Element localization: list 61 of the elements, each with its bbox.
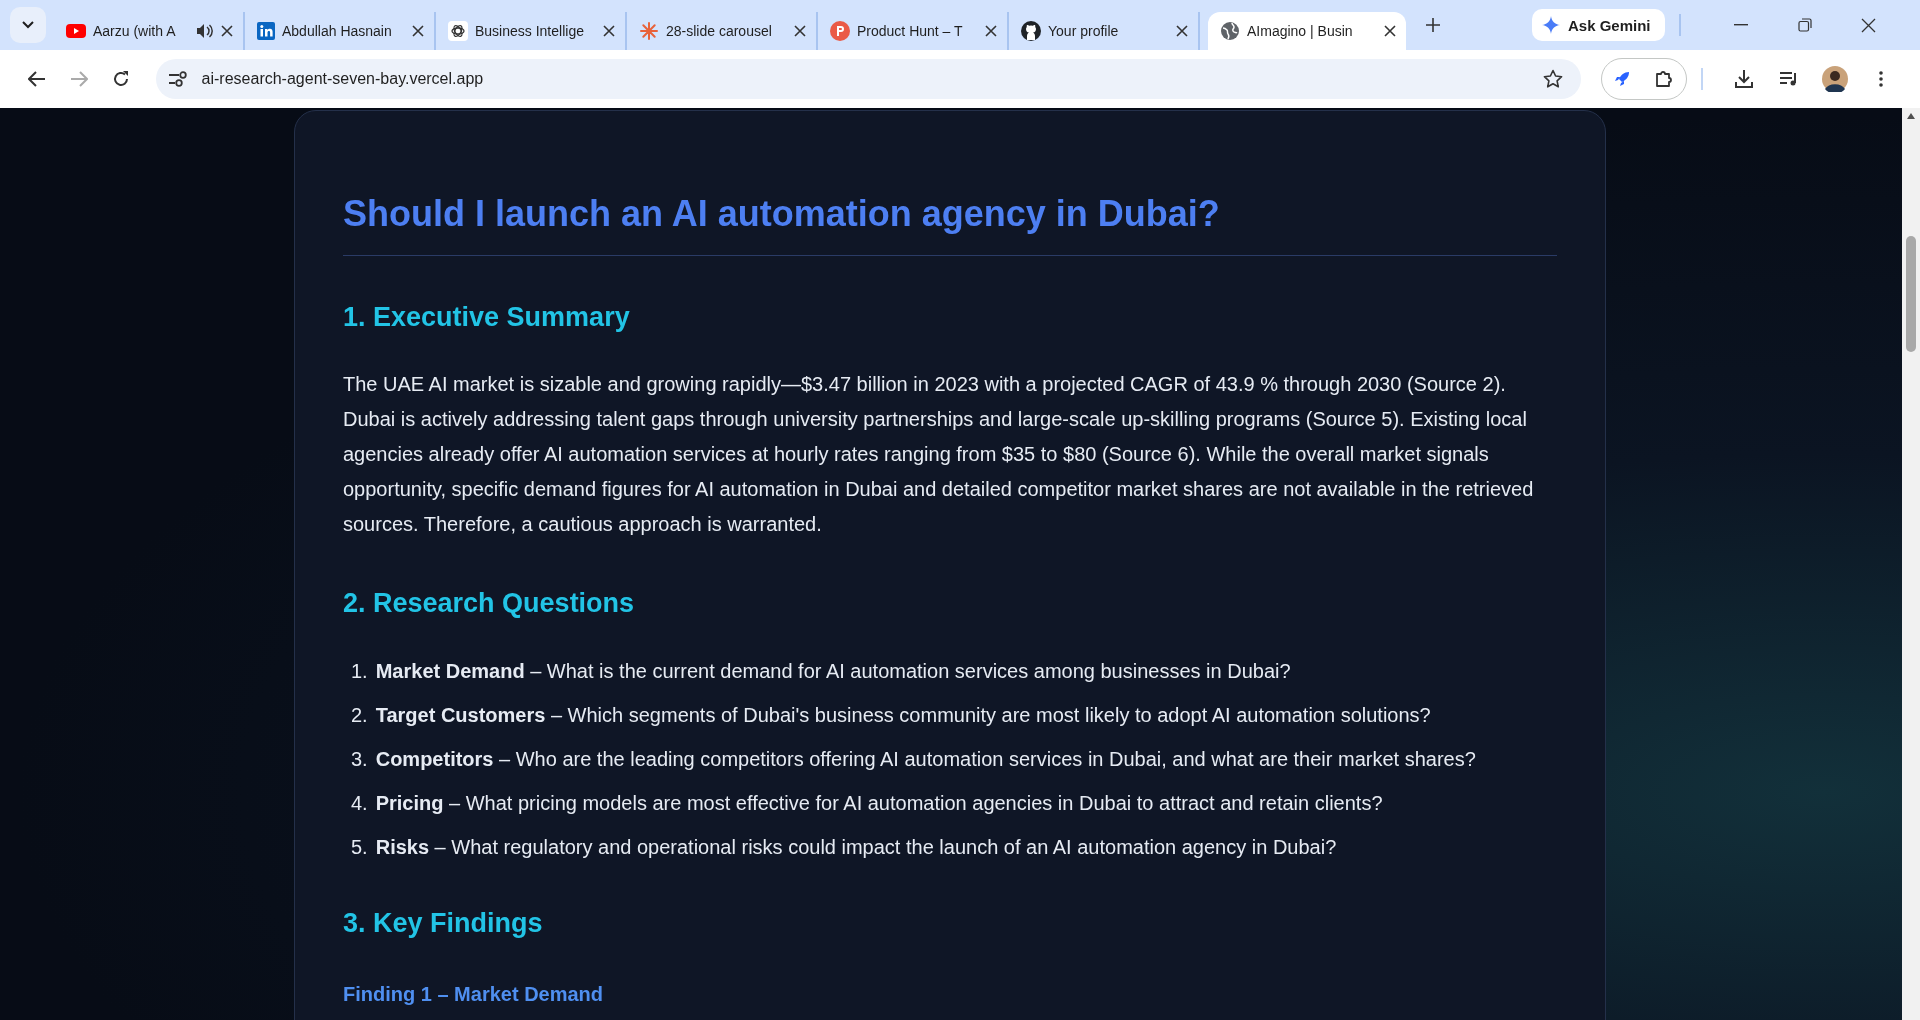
knot-logo-icon — [448, 21, 468, 41]
close-icon[interactable] — [985, 25, 997, 37]
section-heading: 3. Key Findings — [343, 908, 544, 939]
list-number: 1. — [351, 659, 368, 684]
gemini-button[interactable]: Ask Gemini — [1532, 9, 1665, 41]
restore-icon[interactable] — [1797, 18, 1812, 32]
browser-tab[interactable]: AImagino | Busin — [1208, 12, 1406, 50]
tab-title: Business Intellige — [475, 23, 585, 39]
rocket-icon[interactable] — [1613, 70, 1632, 88]
star-icon[interactable] — [1542, 69, 1563, 89]
question-text: Market Demand – What is the current demand for AI automation services among businesses in Dubai? — [375, 659, 1291, 684]
reload-icon[interactable] — [111, 70, 130, 88]
finding-heading: Finding 1 – Market Demand — [343, 983, 605, 1006]
list-number: 2. — [351, 703, 368, 728]
speaker-icon[interactable] — [196, 23, 214, 39]
question-text: Competitors – Who are the leading competitors offering AI automation services in Dubai, and what are their market shares? — [375, 747, 1476, 772]
minimize-icon[interactable] — [1733, 24, 1748, 26]
new-tab-icon[interactable] — [1426, 18, 1440, 32]
list-number: 3. — [351, 747, 368, 772]
close-icon[interactable] — [412, 25, 424, 37]
tab-title: Your profile — [1048, 23, 1120, 39]
section-heading: 2. Research Questions — [343, 588, 636, 619]
tab-title: AImagino | Busin — [1247, 23, 1354, 39]
summary-paragraph: The UAE AI market is sizable and growing rapidly—$3.47 billion in 2023 with a projected CAGR of 43.9 % through 2030 (Source 2). Dubai is actively addressing talent gaps through university partnerships and large-scale up-skilling programs (Source 5). Existing local agencies already offer AI automation services at hourly rates ranging from $35 to $80 (Source 6). While the overall market signals opportunity, specific demand figures for AI automation in Dubai and detailed competitor market shares are not available in the retrieved sources. Therefore, a cautious approach is warranted. — [343, 372, 1535, 537]
play-logo-icon — [66, 24, 86, 38]
list-number: 5. — [351, 835, 368, 860]
close-icon[interactable] — [1176, 25, 1188, 37]
cat-logo-icon — [1021, 21, 1041, 41]
puzzle-icon[interactable] — [1654, 69, 1675, 89]
close-icon[interactable] — [221, 25, 233, 37]
tab-title: Aarzu (with A — [93, 23, 177, 39]
back-icon[interactable] — [27, 71, 46, 87]
chevron-icon — [22, 21, 34, 29]
close-icon[interactable] — [1384, 25, 1396, 37]
tab-search-button[interactable] — [10, 7, 46, 43]
download-icon[interactable] — [1733, 69, 1754, 89]
tab-title: 28-slide carousel — [666, 23, 773, 39]
list-number: 4. — [351, 791, 368, 816]
tab-title: Product Hunt – T — [857, 23, 964, 39]
menu-icon[interactable] — [1879, 71, 1884, 87]
address-field[interactable]: ai-research-agent-seven-bay.vercel.app — [155, 59, 1581, 99]
p-logo-icon — [830, 21, 850, 41]
close-icon[interactable] — [794, 25, 806, 37]
scroll-up-icon[interactable] — [1906, 112, 1916, 120]
question-text: Target Customers – Which segments of Dubai's business community are most likely to adopt AI automation solutions? — [375, 703, 1431, 728]
section-heading: 1. Executive Summary — [343, 302, 631, 333]
sparkle-icon — [1542, 16, 1560, 34]
report-title: Should I launch an AI automation agency in Dubai? — [343, 193, 1557, 256]
asterisk-logo-icon — [639, 21, 659, 41]
tab-title: Abdullah Hasnain — [282, 23, 393, 39]
question-text: Pricing – What pricing models are most effective for AI automation agencies in Dubai to attract and retain clients? — [375, 791, 1383, 816]
in-logo-icon — [257, 22, 275, 40]
scroll-thumb[interactable] — [1906, 236, 1916, 352]
site-settings-icon[interactable] — [167, 71, 188, 87]
url-text: ai-research-agent-seven-bay.vercel.app — [201, 70, 485, 88]
scrollbar[interactable] — [1902, 108, 1920, 1020]
close-window-icon[interactable] — [1861, 17, 1877, 33]
close-icon[interactable] — [603, 25, 615, 37]
question-text: Risks – What regulatory and operational risks could impact the launch of an AI automation agency in Dubai? — [375, 835, 1337, 860]
avatar-icon[interactable] — [1822, 66, 1849, 92]
globe-icon — [1220, 21, 1240, 41]
